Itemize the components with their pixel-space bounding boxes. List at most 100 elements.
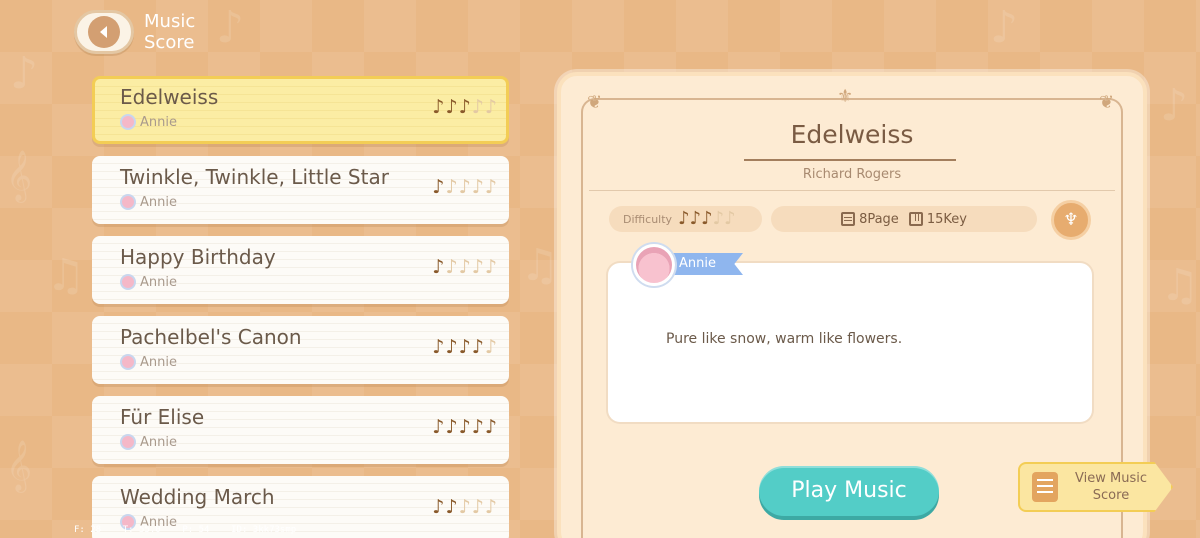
bg-note-icon: ♫ <box>520 240 560 291</box>
song-list-item[interactable]: Edelweiss Annie ♪ ♪ ♪ ♪ ♪ <box>92 76 509 144</box>
music-note-icon: ♪ <box>701 208 713 229</box>
bg-note-icon: ♪ <box>1160 80 1189 131</box>
music-note-icon: ♪ <box>471 336 484 358</box>
back-arrow-icon <box>88 16 120 48</box>
song-description: Pure like snow, warm like flowers. <box>666 331 903 347</box>
music-note-icon: ♪ <box>484 176 497 198</box>
npc-avatar <box>633 244 675 286</box>
song-list-item[interactable]: Happy Birthday Annie ♪ ♪ ♪ ♪ ♪ <box>92 236 509 304</box>
song-list-item[interactable]: Pachelbel's Canon Annie ♪ ♪ ♪ ♪ ♪ <box>92 316 509 384</box>
music-note-icon: ♪ <box>445 496 458 518</box>
detail-composer: Richard Rogers <box>802 167 902 182</box>
instrument-button[interactable]: ♆ <box>1051 200 1091 240</box>
bg-note-icon: ♫ <box>1160 260 1200 311</box>
difficulty-rating: ♪ ♪ ♪ ♪ ♪ <box>432 96 497 118</box>
music-note-icon: ♪ <box>484 416 497 438</box>
artist-avatar <box>120 114 136 130</box>
music-note-icon: ♪ <box>484 336 497 358</box>
music-note-icon: ♪ <box>484 96 497 118</box>
music-note-icon: ♪ <box>445 96 458 118</box>
music-note-icon: ♪ <box>432 336 445 358</box>
difficulty-rating: ♪ ♪ ♪ ♪ ♪ <box>432 336 497 358</box>
leaf-ornament-left-icon: ❦ <box>587 92 603 113</box>
crown-ornament-icon: ⚜ <box>837 86 854 107</box>
music-note-icon: ♪ <box>689 208 702 229</box>
lyre-icon: ♆ <box>1063 210 1079 230</box>
song-list-item[interactable]: Twinkle, Twinkle, Little Star Annie ♪ ♪ ♪ ♪ ♪ <box>92 156 509 224</box>
bg-note-icon: ♫ <box>46 250 86 301</box>
music-note-icon: ♪ <box>458 496 471 518</box>
bg-clef-icon: 𝄞 <box>6 440 33 491</box>
music-note-icon: ♪ <box>471 256 484 278</box>
score-info-chip: 8Page 15Key <box>771 206 1037 232</box>
music-note-icon: ♪ <box>432 256 445 278</box>
view-music-score-label: View Music Score <box>1075 471 1147 503</box>
description-card: Pure like snow, warm like flowers. <box>608 263 1092 422</box>
section-divider <box>589 190 1115 191</box>
bg-note-icon: ♪ <box>990 2 1019 53</box>
music-note-icon: ♪ <box>432 496 445 518</box>
music-note-icon: ♪ <box>445 256 458 278</box>
back-button[interactable] <box>74 10 134 54</box>
song-title: Edelweiss <box>120 85 219 109</box>
music-note-icon: ♪ <box>471 416 484 438</box>
title-underline <box>744 159 956 161</box>
song-artist: Annie <box>120 274 177 290</box>
music-note-icon: ♪ <box>458 96 471 118</box>
page-icon <box>841 212 856 226</box>
detail-song-title: Edelweiss <box>790 120 914 149</box>
song-title: Pachelbel's Canon <box>120 325 302 349</box>
score-sheet-icon <box>1032 472 1058 502</box>
bg-drum-icon: ♪ <box>10 48 39 99</box>
music-note-icon: ♪ <box>458 336 471 358</box>
music-note-icon: ♪ <box>678 208 690 229</box>
artist-name: Annie <box>140 194 177 210</box>
difficulty-chip: Difficulty ♪ ♪ ♪ ♪ ♪ <box>609 206 762 232</box>
artist-name: Annie <box>140 354 177 370</box>
difficulty-rating: ♪ ♪ ♪ ♪ ♪ <box>432 496 497 518</box>
song-title: Happy Birthday <box>120 245 276 269</box>
leaf-ornament-right-icon: ❦ <box>1099 92 1115 113</box>
music-note-icon: ♪ <box>458 176 471 198</box>
difficulty-rating: ♪ ♪ ♪ ♪ ♪ <box>432 256 497 278</box>
music-note-icon: ♪ <box>432 96 445 118</box>
song-list[interactable]: Edelweiss Annie ♪ ♪ ♪ ♪ ♪ Twinkle, Twinkle, Lit… <box>92 76 509 538</box>
key-count: 15Key <box>908 211 967 227</box>
music-note-icon: ♪ <box>471 176 484 198</box>
music-note-icon: ♪ <box>432 416 445 438</box>
music-note-icon: ♪ <box>445 416 458 438</box>
artist-avatar <box>120 434 136 450</box>
key-count-label: 15Key <box>926 211 967 227</box>
song-list-item[interactable]: Für Elise Annie ♪ ♪ ♪ ♪ ♪ <box>92 396 509 464</box>
difficulty-rating: ♪ ♪ ♪ ♪ ♪ <box>432 416 497 438</box>
song-title: Twinkle, Twinkle, Little Star <box>120 165 389 189</box>
song-artist: Annie <box>120 434 177 450</box>
music-note-icon: ♪ <box>471 496 484 518</box>
artist-name: Annie <box>140 114 177 130</box>
music-note-icon: ♪ <box>712 208 725 229</box>
difficulty-rating: ♪ ♪ ♪ ♪ ♪ <box>432 176 497 198</box>
bg-clef-icon: 𝄞 <box>6 150 33 201</box>
view-music-score-button[interactable]: View Music Score <box>1018 462 1173 512</box>
page-count-label: 8Page <box>859 211 899 227</box>
page-count: 8Page <box>841 212 899 227</box>
music-note-icon: ♪ <box>724 208 736 229</box>
music-note-icon: ♪ <box>484 496 497 518</box>
artist-name: Annie <box>140 274 177 290</box>
difficulty-label: Difficulty <box>623 212 673 226</box>
artist-avatar <box>120 194 136 210</box>
music-note-icon: ♪ <box>445 336 458 358</box>
page-title: Music Score <box>144 11 196 53</box>
artist-avatar <box>120 274 136 290</box>
play-music-button[interactable]: Play Music <box>759 466 939 516</box>
artist-avatar <box>120 354 136 370</box>
song-artist: Annie <box>120 194 177 210</box>
song-title: Für Elise <box>120 405 205 429</box>
music-note-icon: ♪ <box>458 256 471 278</box>
piano-key-icon <box>908 212 923 226</box>
music-note-icon: ♪ <box>458 416 471 438</box>
music-note-icon: ♪ <box>471 96 484 118</box>
debug-overlay: F: 28 T: 55.0 P: 54 ID: 3kk73smp <box>74 525 297 535</box>
song-artist: Annie <box>120 354 177 370</box>
difficulty-rating: ♪ ♪ ♪ ♪ ♪ <box>678 208 736 230</box>
